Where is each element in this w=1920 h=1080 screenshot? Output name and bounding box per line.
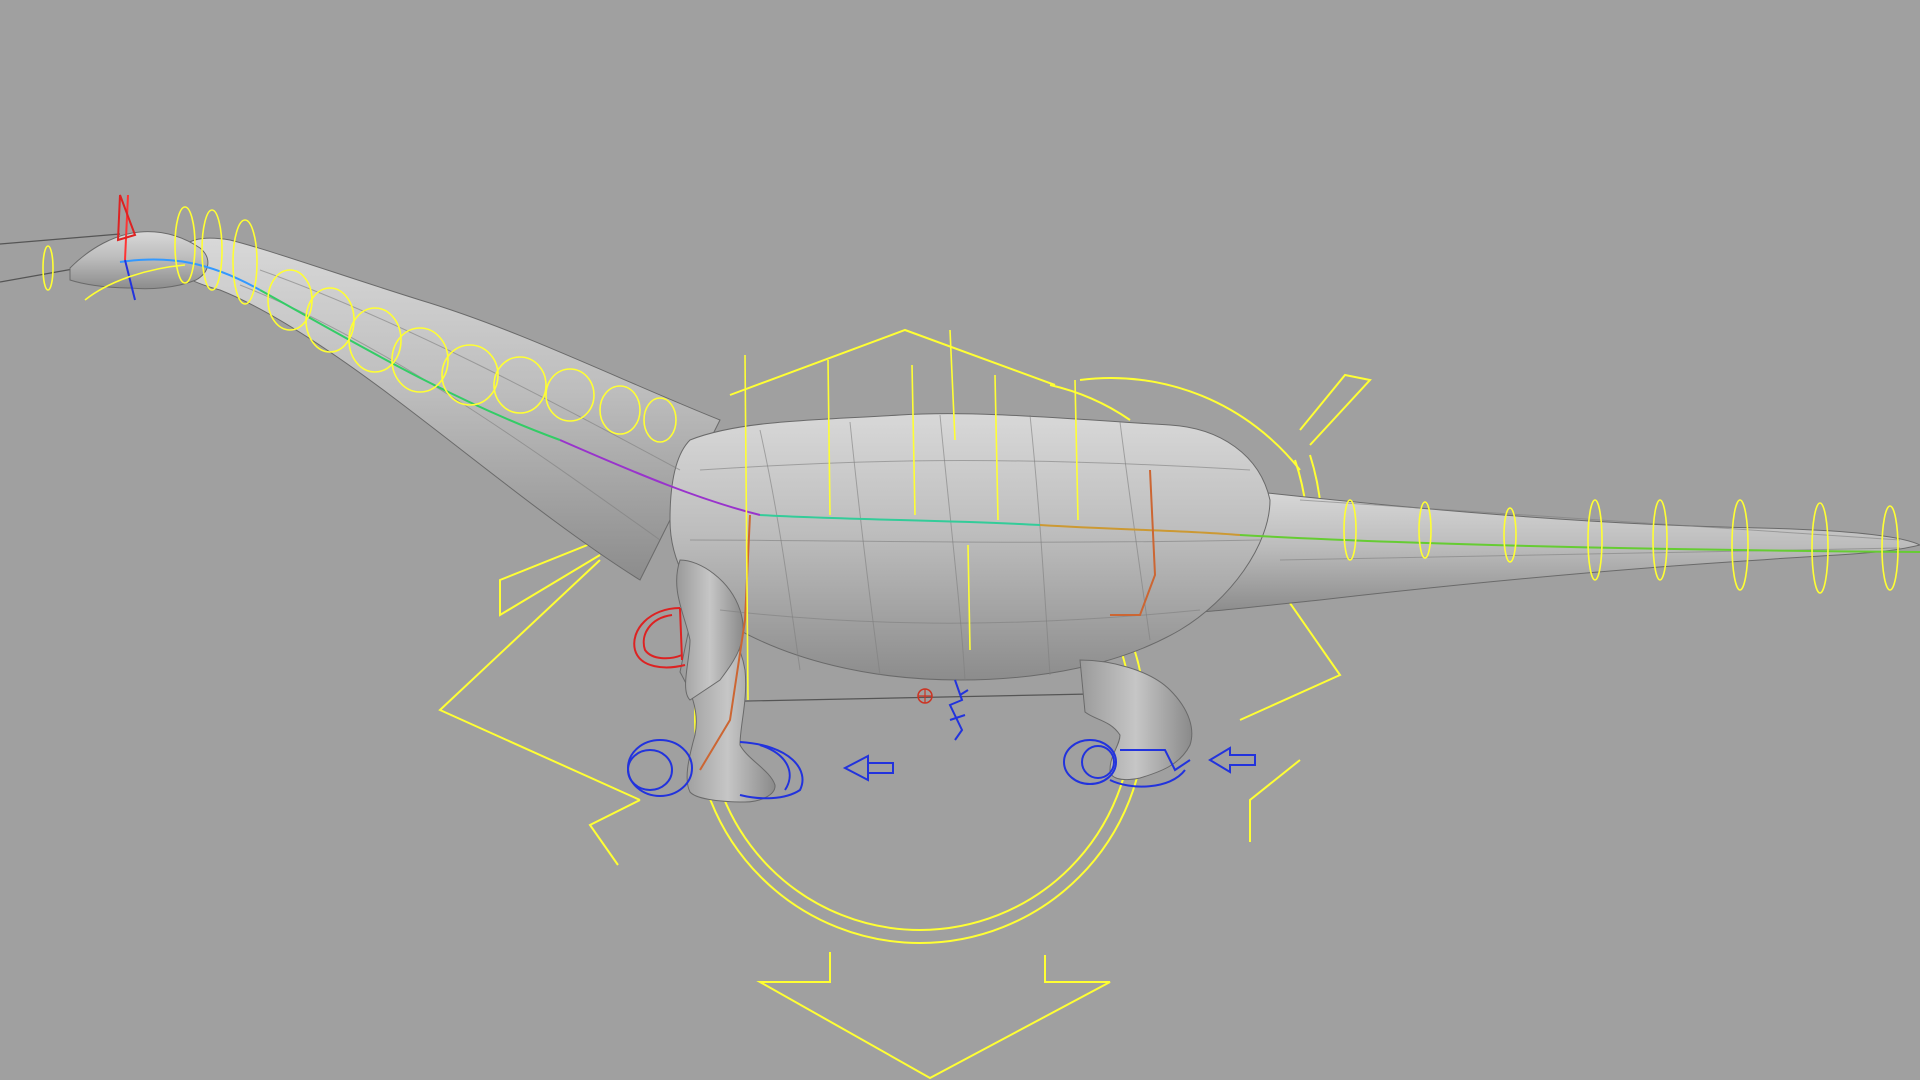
left-arrow-icon[interactable] — [842, 754, 894, 782]
crosshair-icon[interactable] — [917, 679, 969, 741]
rig-scene[interactable] — [0, 0, 1920, 1080]
3d-viewport[interactable] — [0, 0, 1920, 1080]
dinosaur-mesh[interactable] — [69, 231, 1920, 803]
left-arrow-icon[interactable] — [1208, 746, 1256, 774]
shoulder-control[interactable] — [633, 607, 686, 669]
